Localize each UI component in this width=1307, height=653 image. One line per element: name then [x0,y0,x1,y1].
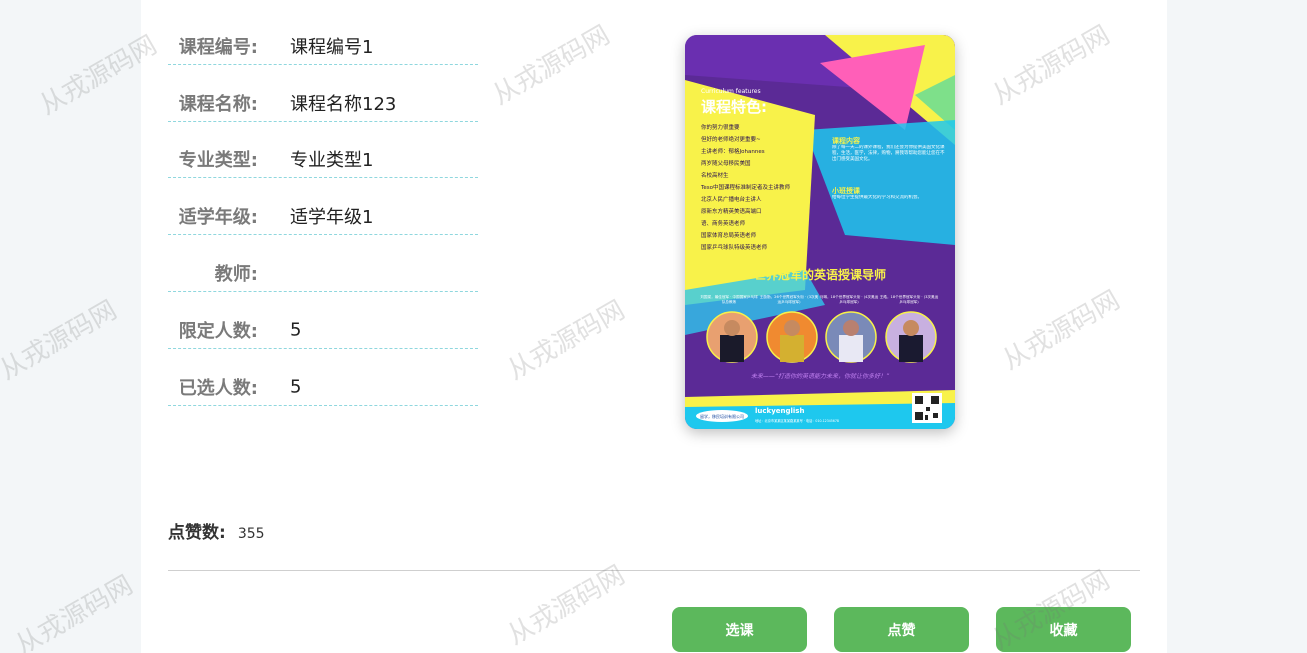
field-major-type: 专业类型: 专业类型1 [168,121,478,178]
poster-headline: 世界冠军的英语授课导师 [754,267,886,282]
poster-line: 名校高材生 [701,171,729,179]
poster-side-text: 除了每一天二的课外课程，我们还会为你提供美国文化课程，生活，医学，法律，购物，將… [832,145,945,162]
poster-line: 但好的老师绝对更重要~ [701,135,761,143]
poster-side-title: 小班授课 [831,186,861,195]
field-selected: 已选人数: 5 [168,349,478,406]
poster-brand: luckyenglish [755,407,804,415]
favorite-button[interactable]: 收藏 [996,607,1131,652]
field-label: 课程名称: [178,94,258,115]
poster-caption: 马琳，18个世界冠军头衔 · (4次奥运乒乓球冠军) [819,295,879,304]
field-label: 教师: [214,264,258,285]
like-button[interactable]: 点赞 [834,607,969,652]
field-value: 5 [290,376,302,398]
likes-counter: 点赞数: 355 [168,518,265,543]
field-value: 课程名称123 [290,94,397,115]
select-course-button[interactable]: 选课 [672,607,807,652]
field-value: 适学年级1 [290,207,374,228]
divider [168,570,1140,571]
field-value: 课程编号1 [290,37,374,58]
field-grade: 适学年级: 适学年级1 [168,178,478,235]
poster-line: 北京人民广播电台主讲人 [701,195,762,203]
field-course-id: 课程编号: 课程编号1 [168,8,478,65]
poster-caption: 刘国梁，最佳冠军 · 中国国家乒乓球队总教练 [700,295,758,304]
field-label: 课程编号: [178,37,258,58]
poster-line: 原新东方精英美语高端口 [701,207,762,215]
field-value: 5 [290,319,302,341]
watermark: 从戎源码网 [10,570,139,653]
poster-side-text: 给每位学生提供最大化的学习和交流的机会。 [832,195,922,200]
poster-caption: 王皓，18个世界冠军头衔 · (3次奥运乒乓球冠军) [879,295,939,304]
poster-tagline: 留学，移民培训有限公司 [700,413,744,419]
poster-line: 国家乒乓球队特级英语老师 [701,243,768,251]
field-label: 已选人数: [178,378,258,399]
field-limit: 限定人数: 5 [168,292,478,349]
poster-line: 主讲老师：郁格Johannes [701,147,765,155]
poster-slogan: 未来——“打造你的英语能力未来，你就让你多好！” [751,372,890,380]
course-poster-image: Curriculum features 课程特色: 你的努力很重要 但好的老师绝… [685,35,955,429]
poster-line: 你的努力很重要 [701,123,740,131]
field-label: 专业类型: [178,150,258,171]
poster-subtitle-en: Curriculum features [701,88,761,95]
poster-small-print: 地址：北京市某某区某某路某某号 · 电话：010-12345678 [755,418,839,423]
poster-line: 两岁随父母移民美国 [701,159,751,167]
field-value: 专业类型1 [290,150,374,171]
likes-value: 355 [237,526,265,542]
poster-line: 语、商务英语老师 [701,219,746,227]
poster-line: 国家体育总局英语老师 [701,231,757,239]
poster-caption: 王励勤，26个世界冠军头衔 · (3次奥运乒乓球冠军) [759,295,819,304]
field-teacher: 教师: [168,235,478,292]
poster-title: 课程特色: [701,98,767,116]
poster-line: Teso中国课程标准制定者及主讲教师 [700,183,791,191]
field-label: 适学年级: [178,207,258,228]
field-label: 限定人数: [178,321,258,342]
watermark: 从戎源码网 [0,295,123,387]
field-course-name: 课程名称: 课程名称123 [168,65,478,122]
likes-label: 点赞数: [168,523,226,543]
poster-side-title: 课程内容 [832,136,860,145]
